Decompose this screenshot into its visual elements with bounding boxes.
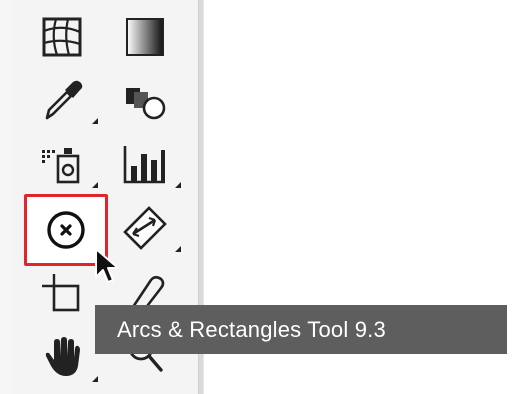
tool-tooltip: Arcs & Rectangles Tool 9.3 <box>95 305 507 354</box>
ruler-slice-icon <box>123 206 167 250</box>
circle-x-icon <box>47 211 85 249</box>
column-graph-tool[interactable] <box>110 134 180 196</box>
flyout-indicator <box>175 246 181 252</box>
artboard-icon <box>42 274 80 312</box>
mouse-cursor-icon <box>95 248 119 283</box>
tooltip-text: Arcs & Rectangles Tool 9.3 <box>117 316 386 342</box>
gradient-icon <box>126 18 164 56</box>
flyout-indicator <box>92 376 98 382</box>
bar-chart-icon <box>123 146 165 184</box>
symbol-sprayer-tool[interactable] <box>27 134 97 196</box>
eyedropper-tool[interactable] <box>27 70 97 132</box>
flyout-indicator <box>92 118 98 124</box>
flyout-indicator <box>92 182 98 188</box>
blend-shapes-icon <box>126 88 166 120</box>
artboard-tool[interactable] <box>27 262 97 324</box>
hand-tool[interactable] <box>27 326 97 388</box>
mesh-grid-icon <box>42 17 82 57</box>
mesh-tool[interactable] <box>27 6 97 68</box>
symbol-sprayer-icon <box>42 148 80 184</box>
flyout-indicator <box>175 182 181 188</box>
gradient-tool[interactable] <box>110 6 180 68</box>
eyedropper-icon <box>45 80 83 120</box>
blend-tool[interactable] <box>110 70 180 132</box>
hand-icon <box>45 337 80 376</box>
